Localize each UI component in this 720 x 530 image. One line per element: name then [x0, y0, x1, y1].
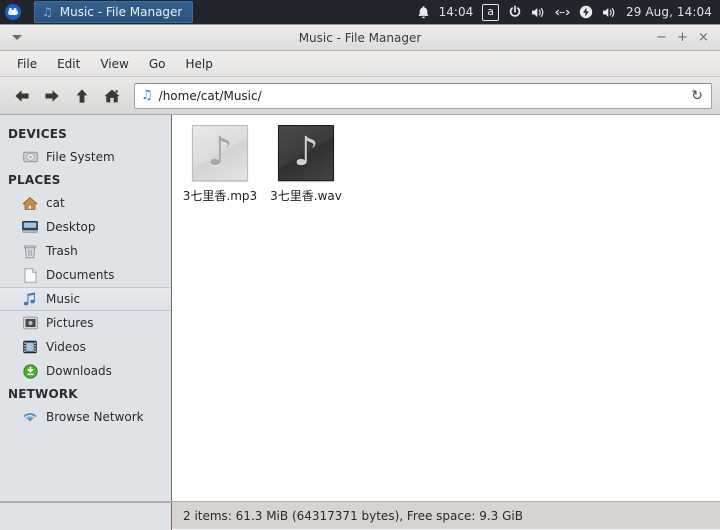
- sidebar-item-label: Documents: [46, 268, 115, 282]
- file-thumbnail: ♪: [192, 125, 248, 181]
- file-item[interactable]: ♪ 3七里香.mp3: [182, 125, 258, 204]
- window-controls: − + ×: [652, 29, 720, 47]
- file-name-label: 3七里香.mp3: [182, 189, 258, 203]
- home-button[interactable]: [98, 82, 126, 110]
- path-input[interactable]: /home/cat/Music/: [159, 89, 686, 103]
- wifi-icon: [22, 409, 38, 425]
- sidebar-item-pictures[interactable]: Pictures: [0, 311, 171, 335]
- music-note-glyph: ♪: [207, 128, 233, 175]
- document-icon: [22, 267, 38, 283]
- sidebar: DEVICES File System PLACES cat Desktop T…: [0, 115, 172, 501]
- sidebar-item-label: Videos: [46, 340, 86, 354]
- speaker-icon[interactable]: [531, 6, 546, 19]
- sidebar-item-label: Downloads: [46, 364, 112, 378]
- sidebar-item-label: Trash: [46, 244, 78, 258]
- sidebar-item-label: Desktop: [46, 220, 96, 234]
- arrow-up-icon: [76, 88, 88, 103]
- tray-datetime[interactable]: 29 Aug, 14:04: [626, 5, 712, 19]
- home-icon: [22, 195, 38, 211]
- trash-icon: [22, 243, 38, 259]
- sidebar-item-label: File System: [46, 150, 115, 164]
- sidebar-item-label: Pictures: [46, 316, 94, 330]
- keyboard-layout-indicator[interactable]: a: [482, 3, 499, 21]
- applications-launcher-button[interactable]: [0, 0, 26, 24]
- system-tray: 14:04 a 29 Aug, 14:04: [417, 3, 720, 21]
- statusbar-wrapper: 2 items: 61.3 MiB (64317371 bytes), Free…: [0, 501, 720, 530]
- sidebar-heading-devices: DEVICES: [8, 127, 67, 141]
- back-button[interactable]: [8, 82, 36, 110]
- menu-view[interactable]: View: [91, 54, 137, 74]
- sidebar-item-label: cat: [46, 196, 65, 210]
- up-button[interactable]: [68, 82, 96, 110]
- menubar: File Edit View Go Help: [0, 51, 720, 77]
- sidebar-item-browse-network[interactable]: Browse Network: [0, 405, 171, 429]
- close-button[interactable]: ×: [694, 29, 713, 47]
- download-icon: [22, 363, 38, 379]
- music-note-icon: [22, 291, 38, 307]
- bell-icon[interactable]: [417, 5, 430, 19]
- audio-light-icon: ♪: [192, 125, 248, 181]
- minimize-button[interactable]: −: [652, 29, 671, 47]
- sidebar-item-downloads[interactable]: Downloads: [0, 359, 171, 383]
- menu-go[interactable]: Go: [140, 54, 175, 74]
- maximize-button[interactable]: +: [673, 29, 692, 47]
- sidebar-item-label: Music: [46, 292, 81, 306]
- arrow-right-icon: [45, 89, 59, 102]
- window-content: DEVICES File System PLACES cat Desktop T…: [0, 115, 720, 501]
- home-icon: [104, 89, 120, 102]
- forward-button[interactable]: [38, 82, 66, 110]
- harddisk-icon: [22, 149, 38, 165]
- taskbar-window-button[interactable]: ♫ Music - File Manager: [34, 1, 194, 23]
- xfce-mouse-icon: [5, 4, 21, 20]
- sidebar-item-documents[interactable]: Documents: [0, 263, 171, 287]
- desktop-icon: [22, 219, 38, 235]
- sidebar-item-cat[interactable]: cat: [0, 191, 171, 215]
- menu-edit[interactable]: Edit: [48, 54, 89, 74]
- music-note-glyph: ♪: [293, 128, 319, 175]
- sidebar-item-desktop[interactable]: Desktop: [0, 215, 171, 239]
- flash-icon[interactable]: [579, 5, 593, 19]
- video-icon: [22, 339, 38, 355]
- pictures-icon: [22, 315, 38, 331]
- sidebar-heading-places: PLACES: [8, 173, 61, 187]
- speaker-icon-secondary[interactable]: [602, 6, 617, 19]
- file-item[interactable]: ♪ 3七里香.wav: [268, 125, 344, 204]
- menu-file[interactable]: File: [8, 54, 46, 74]
- sidebar-item-music[interactable]: Music: [0, 287, 171, 311]
- window-titlebar[interactable]: Music - File Manager − + ×: [0, 25, 720, 51]
- audio-dark-icon: ♪: [278, 125, 334, 181]
- file-thumbnail: ♪: [278, 125, 334, 181]
- navigation-toolbar: ♫ /home/cat/Music/ ↻: [0, 77, 720, 115]
- music-note-icon: ♫: [141, 88, 153, 103]
- file-list-pane[interactable]: ♪ 3七里香.mp3 ♪ 3七里香.wav: [172, 115, 720, 501]
- sidebar-item-videos[interactable]: Videos: [0, 335, 171, 359]
- file-manager-window: Music - File Manager − + × File Edit Vie…: [0, 24, 720, 530]
- statusbar-sidebar-filler: [0, 501, 172, 530]
- window-menu-button[interactable]: [0, 26, 34, 50]
- statusbar: 2 items: 61.3 MiB (64317371 bytes), Free…: [0, 501, 720, 530]
- statusbar-text: 2 items: 61.3 MiB (64317371 bytes), Free…: [183, 508, 523, 523]
- sidebar-item-file-system[interactable]: File System: [0, 145, 171, 169]
- taskbar: ♫ Music - File Manager 14:04 a 29 Aug, 1…: [0, 0, 720, 24]
- tray-clock[interactable]: 14:04: [439, 5, 474, 19]
- network-icon[interactable]: [555, 7, 570, 18]
- reload-icon[interactable]: ↻: [691, 88, 705, 104]
- file-name-label: 3七里香.wav: [270, 189, 342, 203]
- path-entry[interactable]: ♫ /home/cat/Music/ ↻: [134, 82, 712, 109]
- arrow-left-icon: [15, 89, 29, 102]
- menu-help[interactable]: Help: [176, 54, 221, 74]
- power-icon[interactable]: [508, 5, 522, 19]
- sidebar-item-trash[interactable]: Trash: [0, 239, 171, 263]
- sidebar-item-label: Browse Network: [46, 410, 144, 424]
- chevron-down-icon: [12, 35, 22, 40]
- sidebar-heading-network: NETWORK: [8, 387, 78, 401]
- music-note-icon: ♫: [42, 5, 53, 19]
- icon-grid: ♪ 3七里香.mp3 ♪ 3七里香.wav: [182, 125, 720, 204]
- window-title: Music - File Manager: [298, 30, 422, 45]
- taskbar-window-label: Music - File Manager: [59, 5, 183, 19]
